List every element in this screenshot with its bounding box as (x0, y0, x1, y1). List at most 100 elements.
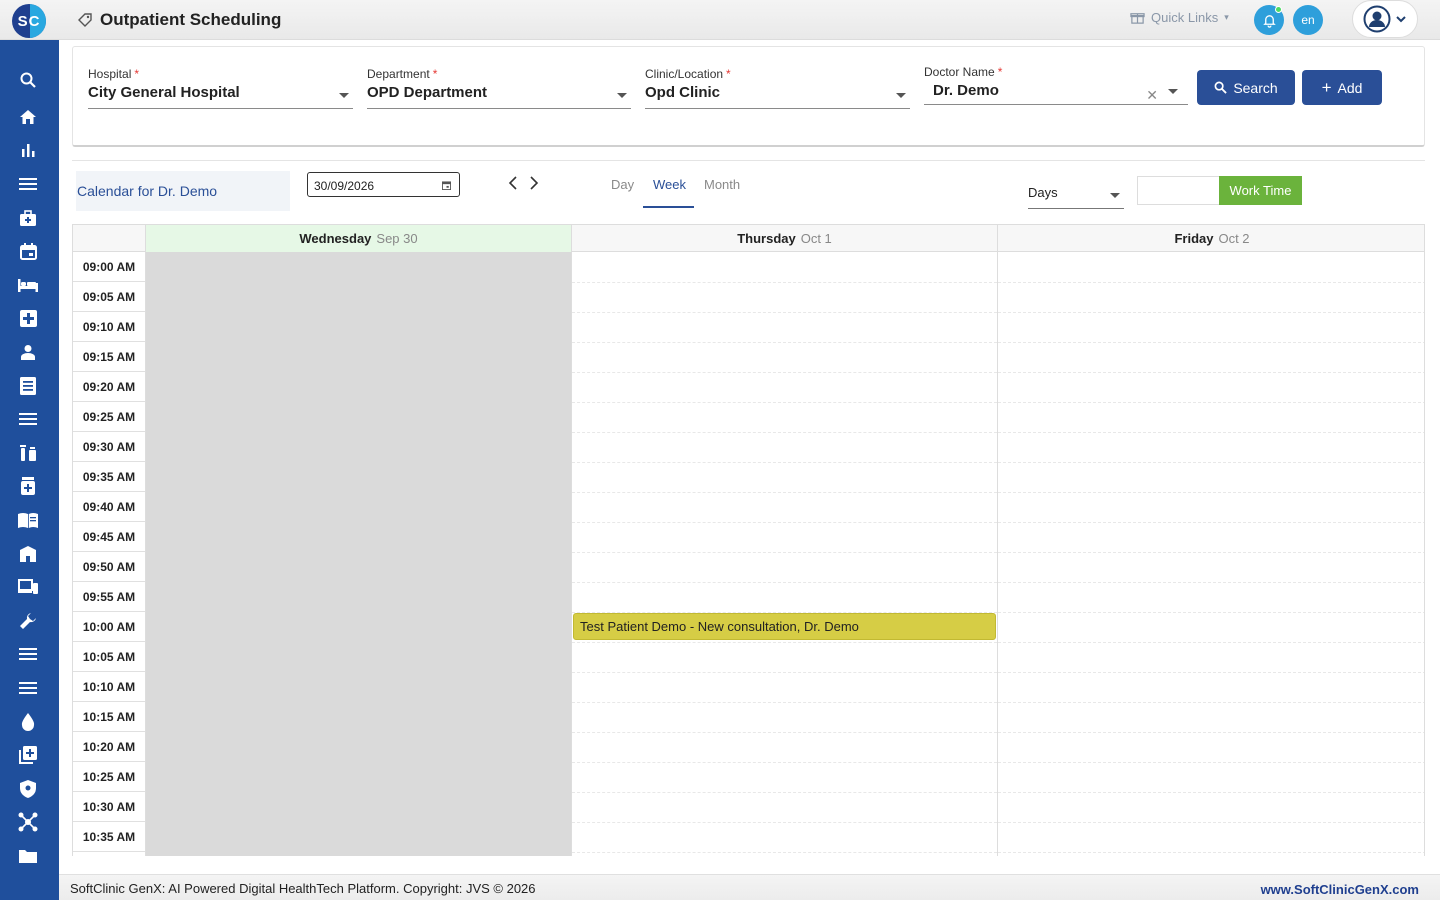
slot-divider (572, 312, 997, 313)
slot-divider (998, 762, 1424, 763)
sidebar (0, 40, 59, 900)
required-mark: * (997, 65, 1003, 79)
slot-divider (572, 642, 997, 643)
time-slot-label: 09:35 AM (73, 462, 145, 492)
shield-icon[interactable] (18, 779, 38, 799)
search-icon[interactable] (18, 70, 38, 90)
day-column-wednesday[interactable] (145, 252, 571, 856)
search-button[interactable]: Search (1197, 70, 1295, 105)
range-select[interactable]: Days (1028, 183, 1124, 209)
appointment-event[interactable]: Test Patient Demo - New consultation, Dr… (573, 613, 996, 640)
hospital-value: City General Hospital (88, 84, 240, 101)
menu-icon[interactable] (18, 409, 38, 429)
calendar-icon[interactable] (18, 241, 38, 261)
clinic-label: Clinic/Location (645, 67, 724, 81)
slot-divider (572, 432, 997, 433)
home-icon[interactable] (18, 107, 38, 127)
time-slot-label: 09:20 AM (73, 372, 145, 402)
clear-icon[interactable]: ✕ (1146, 87, 1158, 104)
slot-divider (572, 822, 997, 823)
slot-divider (998, 732, 1424, 733)
language-button[interactable]: en (1293, 5, 1323, 35)
date-value: 30/09/2026 (314, 179, 375, 193)
work-time-input[interactable] (1137, 176, 1219, 205)
add-button[interactable]: + Add (1302, 70, 1382, 105)
slot-divider (572, 522, 997, 523)
wrench-icon[interactable] (18, 611, 38, 631)
add-box-icon[interactable] (18, 745, 38, 765)
calendar-icon[interactable] (442, 181, 451, 190)
plus-icon: + (1321, 78, 1332, 97)
bar-chart-icon[interactable] (18, 140, 38, 160)
range-select-value: Days (1028, 185, 1058, 200)
time-slot-label: 09:55 AM (73, 582, 145, 612)
tab-week[interactable]: Week (653, 177, 686, 192)
calendar-title: Calendar for Dr. Demo (76, 171, 290, 211)
app-logo[interactable]: SC (12, 4, 46, 38)
time-slot-label: 10:10 AM (73, 672, 145, 702)
gift-icon (1130, 13, 1145, 24)
footer-copyright: SoftClinic GenX: AI Powered Digital Heal… (70, 881, 536, 896)
time-slot-label: 10:20 AM (73, 732, 145, 762)
menu-icon[interactable] (18, 678, 38, 698)
search-icon (1214, 81, 1228, 94)
calendar-header: Wednesday Sep 30 Thursday Oct 1 Friday Oct … (73, 224, 1424, 252)
caret-down-icon (617, 93, 627, 98)
building-icon[interactable] (18, 544, 38, 564)
slot-divider (998, 492, 1424, 493)
day-header-friday[interactable]: Friday Oct 2 (997, 225, 1424, 252)
notifications-button[interactable] (1254, 5, 1284, 35)
slot-divider (572, 732, 997, 733)
quick-links-menu[interactable]: Quick Links ▾ (1130, 10, 1229, 25)
calendar-toolbar: Calendar for Dr. Demo 30/09/2026 Day Wee… (72, 160, 1425, 224)
time-slot-label: 09:30 AM (73, 432, 145, 462)
day-header-thursday[interactable]: Thursday Oct 1 (571, 225, 997, 252)
page-title: Outpatient Scheduling (100, 10, 282, 29)
medicine-icon[interactable] (18, 476, 38, 496)
slot-divider (572, 342, 997, 343)
tab-month[interactable]: Month (704, 177, 740, 192)
day-column-friday[interactable] (997, 252, 1424, 856)
blood-drop-icon[interactable] (18, 712, 38, 732)
slot-divider (998, 642, 1424, 643)
slot-divider (572, 282, 997, 283)
quick-links-label: Quick Links (1151, 10, 1219, 25)
hospital-select[interactable]: Hospital * City General Hospital (88, 67, 353, 109)
day-column-thursday[interactable] (571, 252, 997, 856)
profile-menu[interactable] (1352, 0, 1418, 38)
doctor-select[interactable]: Doctor Name * Dr. Demo ✕ (924, 65, 1188, 105)
clinic-value: Opd Clinic (645, 84, 720, 101)
time-slot-label: 09:15 AM (73, 342, 145, 372)
day-header-wednesday[interactable]: Wednesday Sep 30 (145, 225, 571, 252)
book-icon[interactable] (18, 510, 38, 530)
day-name: Friday (1174, 231, 1214, 246)
bell-icon (1262, 14, 1276, 28)
department-select[interactable]: Department * OPD Department (367, 67, 631, 109)
work-time-button[interactable]: Work Time (1219, 176, 1302, 205)
document-icon[interactable] (18, 376, 38, 396)
folder-icon[interactable] (18, 846, 38, 866)
medical-bag-icon[interactable] (18, 208, 38, 228)
prev-arrow-icon[interactable] (508, 176, 518, 195)
slot-divider (572, 582, 997, 583)
avatar-icon (1363, 5, 1391, 33)
slot-divider (998, 702, 1424, 703)
next-arrow-icon[interactable] (529, 176, 539, 195)
network-icon[interactable] (18, 812, 38, 832)
time-slot-label: 10:00 AM (73, 612, 145, 642)
devices-icon[interactable] (18, 577, 38, 597)
time-slot-label: 10:05 AM (73, 642, 145, 672)
tab-day[interactable]: Day (611, 177, 634, 192)
person-icon[interactable] (18, 342, 38, 362)
date-input[interactable]: 30/09/2026 (307, 172, 460, 197)
footer-website-link[interactable]: www.SoftClinicGenX.com (1261, 882, 1419, 897)
time-slot-label: 10:15 AM (73, 702, 145, 732)
clinic-select[interactable]: Clinic/Location * Opd Clinic (645, 67, 910, 109)
menu-icon[interactable] (18, 644, 38, 664)
caret-down-icon[interactable] (1168, 89, 1178, 94)
pharmacy-icon[interactable] (18, 443, 38, 463)
bed-icon[interactable] (18, 275, 38, 295)
menu-icon[interactable] (18, 174, 38, 194)
medical-cross-icon[interactable] (18, 308, 38, 328)
slot-divider (572, 702, 997, 703)
